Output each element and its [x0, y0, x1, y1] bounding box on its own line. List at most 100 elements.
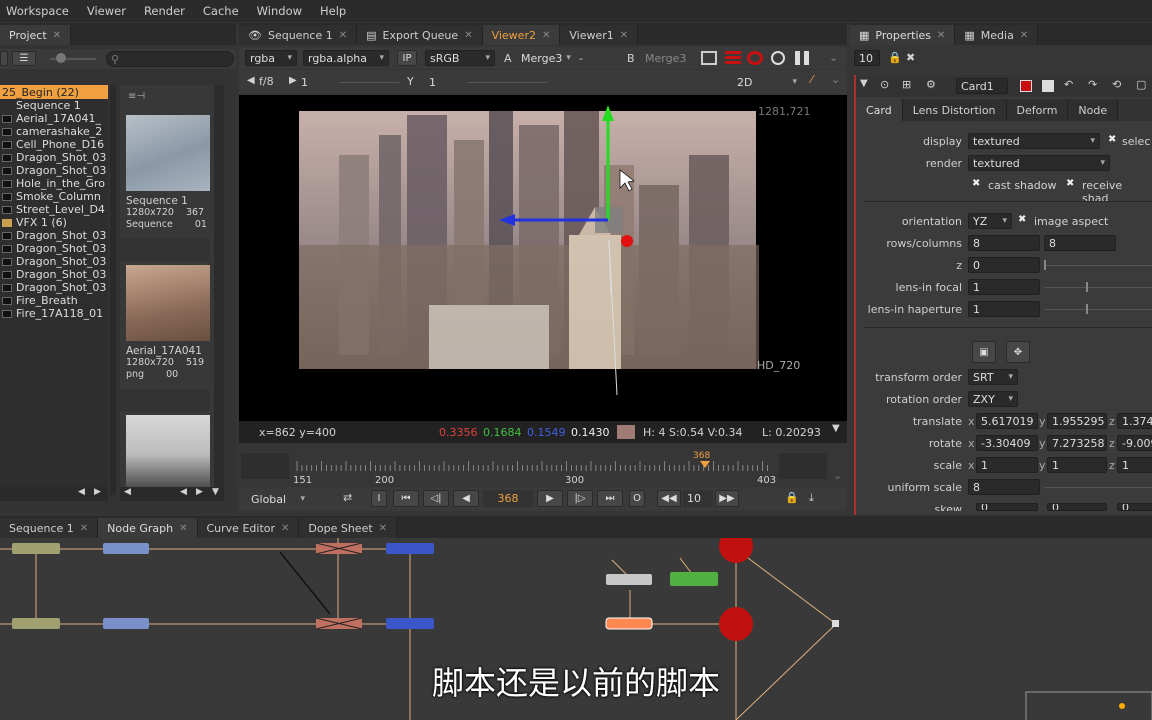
node-read[interactable] [12, 618, 60, 629]
lens-focal-slider[interactable] [1044, 287, 1152, 288]
rotate-y-field[interactable]: 7.273258 [1047, 435, 1107, 451]
tab-dope-sheet[interactable]: Dope Sheet ✕ [299, 518, 398, 538]
project-list-item[interactable]: Dragon_Shot_03 [0, 164, 108, 177]
tab-media[interactable]: ▦ Media ✕ [955, 25, 1039, 45]
pause-icon[interactable] [795, 51, 809, 65]
a-input-dropdown[interactable]: Merge3 [517, 50, 567, 66]
z-slider[interactable] [1044, 265, 1152, 266]
ip-button[interactable]: IP [397, 50, 417, 66]
node-camera[interactable] [606, 574, 652, 585]
project-list-item[interactable]: Dragon_Shot_03 [0, 268, 108, 281]
render-dropdown[interactable]: textured [968, 155, 1110, 171]
clear-panels-icon[interactable]: ✖ [906, 51, 915, 64]
node-dot[interactable] [719, 538, 753, 563]
lens-haperture-field[interactable]: 1 [968, 301, 1040, 317]
search-input[interactable]: ⚲ [106, 51, 234, 67]
close-icon[interactable]: ✕ [542, 30, 550, 41]
close-icon[interactable]: ✕ [379, 523, 387, 534]
out-point-button[interactable]: O [629, 490, 645, 507]
lens-haperture-slider[interactable] [1044, 309, 1152, 310]
in-point-button[interactable]: I [371, 490, 387, 507]
view-mode-dropdown[interactable]: 2D [733, 74, 801, 90]
node-transform[interactable] [103, 618, 149, 629]
viewport[interactable]: 1281,721 HD_720 [239, 95, 847, 421]
play-forward-button[interactable]: ▶ [537, 490, 563, 507]
project-list-item[interactable]: Aerial_17A041_ [0, 112, 108, 125]
project-list-item[interactable]: Dragon_Shot_03 [0, 242, 108, 255]
scale-y-field[interactable]: 1 [1047, 457, 1107, 473]
chevron-down-icon[interactable]: ⌄ [829, 51, 838, 64]
uniform-scale-field[interactable]: 8 [968, 479, 1040, 495]
menu-window[interactable]: Window [257, 4, 302, 18]
fstop-right-icon[interactable]: ▶ [289, 75, 297, 86]
max-panels-field[interactable]: 10 [854, 50, 880, 66]
project-list-item[interactable]: Hole_in_the_Gro [0, 177, 108, 190]
project-list-item[interactable]: Fire_Breath [0, 294, 108, 307]
tab-viewer2[interactable]: Viewer2 ✕ [482, 25, 561, 45]
node-card-selected[interactable] [605, 617, 653, 630]
float-panel-icon[interactable]: ⊞ [902, 78, 911, 91]
tab-project[interactable]: Project ✕ [0, 25, 72, 45]
step-forward-button[interactable]: ▶▶ [715, 490, 739, 507]
tab-properties[interactable]: ▦ Properties ✕ [850, 25, 956, 45]
menu-render[interactable]: Render [144, 4, 185, 18]
scale-z-field[interactable]: 1 [1117, 457, 1152, 473]
thumbnail-scrollbar[interactable] [214, 85, 224, 495]
rotate-z-field[interactable]: -9.009 [1117, 435, 1152, 451]
project-list-item[interactable]: Dragon_Shot_03 [0, 281, 108, 294]
splitter[interactable] [110, 85, 116, 495]
node-color-icon[interactable] [1042, 80, 1054, 92]
list-view-icon[interactable]: ☰ [12, 51, 36, 66]
menu-workspace[interactable]: Workspace [6, 4, 69, 18]
gamma-field[interactable]: 1 [425, 74, 465, 90]
scroll-right-icon[interactable]: ▶ [94, 487, 101, 497]
axis-menu-icon[interactable]: ▣ [972, 341, 996, 363]
node-name-field[interactable]: Card1 [956, 78, 1008, 94]
revert-icon[interactable]: ⟲ [1112, 78, 1121, 91]
tab-export-queue[interactable]: ▤ Export Queue ✕ [357, 25, 483, 45]
compare-mode[interactable]: - [579, 52, 583, 65]
project-list-item[interactable]: Street_Level_D4 [0, 203, 108, 216]
frame-range-dropdown[interactable]: Global [247, 491, 309, 507]
slider-knob[interactable] [1086, 282, 1088, 292]
translate-y-field[interactable]: 1.955295 [1047, 413, 1107, 429]
info-menu-icon[interactable]: ▼ [832, 423, 840, 434]
tab-curve-editor[interactable]: Curve Editor ✕ [197, 518, 300, 538]
tab-lens-distortion[interactable]: Lens Distortion [902, 99, 1007, 121]
redo-icon[interactable]: ↷ [1088, 78, 1097, 91]
tab-node[interactable]: Node [1068, 99, 1119, 121]
tab-viewer1[interactable]: Viewer1 ✕ [560, 25, 639, 45]
project-root[interactable]: 25_Begin (22) [0, 85, 108, 99]
project-list-item[interactable]: Fire_17A118_01 [0, 307, 108, 320]
scale-x-field[interactable]: 1 [976, 457, 1038, 473]
thumb-hscroll[interactable]: ◀ ◀ ▶ ▼ [120, 487, 224, 501]
rows-field[interactable]: 8 [968, 235, 1040, 251]
rotate-x-field[interactable]: -3.30409 [976, 435, 1038, 451]
slider-knob[interactable] [1044, 260, 1046, 270]
node-dot[interactable] [832, 620, 839, 627]
node-scanline[interactable] [386, 618, 434, 629]
step-back-button[interactable]: ◀◀ [657, 490, 681, 507]
project-list-item[interactable]: Smoke_Column [0, 190, 108, 203]
project-list-item[interactable]: Cell_Phone_D16 [0, 138, 108, 151]
tab-sequence-1[interactable]: Sequence 1 ✕ [0, 518, 99, 538]
colorspace-dropdown[interactable]: sRGB [425, 50, 495, 66]
close-icon[interactable]: ✕ [339, 30, 347, 41]
fstop-left-icon[interactable]: ◀ [247, 75, 255, 86]
grid-view-icon[interactable] [0, 51, 8, 66]
playback-mode-icon[interactable]: ⇄ [343, 491, 352, 504]
checkbox-icon[interactable]: ✖ [1066, 178, 1074, 189]
translate-z-field[interactable]: 1.3742 [1117, 413, 1152, 429]
skew-x-field[interactable]: 0 [976, 503, 1038, 511]
close-icon[interactable]: ✕ [281, 523, 289, 534]
lens-focal-field[interactable]: 1 [968, 279, 1040, 295]
uniform-scale-slider[interactable] [1044, 487, 1152, 488]
previous-keyframe-button[interactable]: ◁| [423, 490, 449, 507]
scroll-left-icon[interactable]: ◀ [124, 487, 131, 497]
tab-node-graph[interactable]: Node Graph ✕ [98, 518, 198, 538]
scroll-right-icon[interactable]: ▶ [196, 487, 203, 497]
project-hscroll[interactable]: ◀ ▶ [0, 487, 108, 501]
play-backward-button[interactable]: ◀ [453, 490, 479, 507]
float-icon[interactable]: ▢ [1136, 78, 1146, 91]
chevron-down-icon[interactable]: ⌄ [833, 469, 842, 482]
